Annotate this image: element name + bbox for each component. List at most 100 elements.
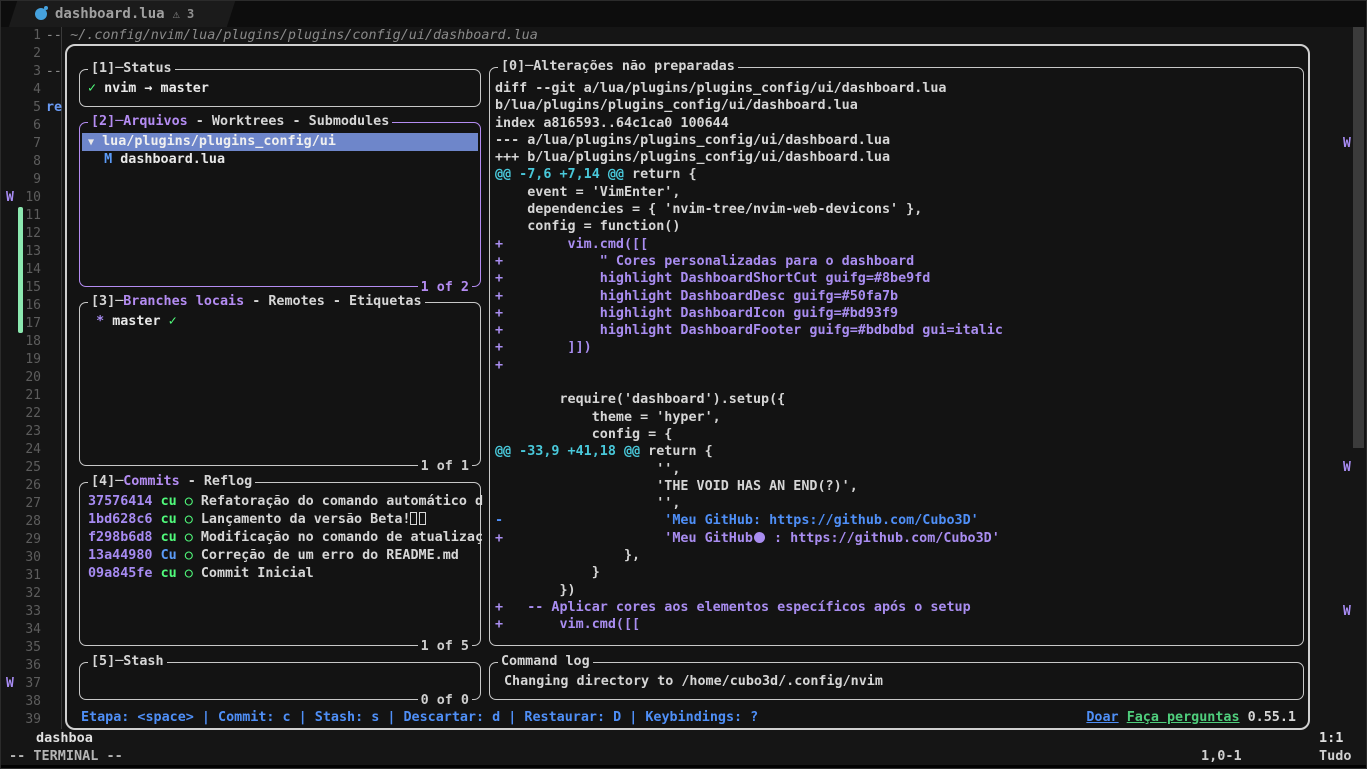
diff-line: + 'Meu GitHub : https://github.com/Cubo3…	[495, 530, 1000, 546]
chevron-down-icon: ▼	[88, 137, 95, 148]
terminal-mode-indicator: -- TERMINAL --	[9, 748, 123, 764]
scrollbar-warning-mark: W	[1343, 604, 1351, 619]
donate-link[interactable]: Doar	[1086, 710, 1118, 725]
diff-line: +	[495, 357, 504, 373]
line-number: 6	[33, 118, 41, 133]
line-number: 20	[25, 370, 41, 385]
github-icon	[753, 531, 765, 543]
line-number: 39	[25, 712, 41, 727]
line-number: 27	[25, 496, 41, 511]
line-number: 38	[25, 694, 41, 709]
tab-dashboard-lua[interactable]: dashboard.lua ⚠ 3	[8, 1, 236, 27]
lua-icon	[35, 8, 47, 20]
diff-line: '',	[495, 461, 681, 477]
diff-line: require('dashboard').setup({	[495, 392, 786, 408]
branches-panel-title: [3]─Branches locais - Remotes - Etiqueta…	[88, 294, 425, 309]
commit-hash: 1bd628c6	[88, 512, 153, 527]
warning-badge: ⚠ 3	[173, 7, 195, 21]
ask-questions-link[interactable]: Faça perguntas	[1127, 710, 1240, 725]
warning-sign: W	[6, 190, 14, 205]
bottom-strip	[1, 765, 1366, 768]
diff-line: })	[495, 582, 576, 598]
line-number: 33	[25, 604, 41, 619]
lazygit-diff-panel[interactable]: [0]─Alterações não preparadas diff --git…	[489, 59, 1304, 646]
line-number: 7	[33, 136, 41, 151]
file-row[interactable]: M dashboard.lua	[82, 151, 478, 169]
modified-status-letter: M	[104, 152, 113, 167]
commit-row[interactable]: 13a44980 Cu ○ Correção de um erro do REA…	[82, 547, 478, 565]
files-count: 1 of 2	[417, 280, 472, 295]
commit-ring-icon: ○	[184, 530, 193, 545]
gitsigns-added-bar	[18, 207, 23, 333]
diff-line: theme = 'hyper',	[495, 409, 721, 425]
diff-line: +++ b/lua/plugins/plugins_config/ui/dash…	[495, 150, 891, 166]
warning-icon: ⚠	[172, 7, 180, 21]
diff-line: + ]])	[495, 340, 592, 356]
statusline-cursor-position: 1:1	[1319, 730, 1344, 746]
branch-name: master	[112, 314, 161, 329]
commit-author: cu	[160, 530, 177, 545]
diff-line: event = 'VimEnter',	[495, 184, 681, 200]
scrollbar-warning-mark: W	[1343, 136, 1351, 151]
files-panel-title: [2]─Arquivos - Worktrees - Submodules	[88, 114, 393, 129]
ruler: 1,0-1	[1201, 748, 1242, 764]
diff-line: @@ -33,9 +41,18 @@ return {	[495, 444, 713, 460]
commit-hash: 09a845fe	[88, 566, 153, 581]
commit-ring-icon: ○	[184, 566, 193, 581]
status-row[interactable]: ✓ nvim → master	[82, 80, 478, 98]
commit-row[interactable]: 1bd628c6 cu ○ Lançamento da versão Beta!	[82, 511, 478, 529]
line-number: 35	[25, 640, 41, 655]
commit-row[interactable]: f298b6d8 cu ○ Modificação no comando de …	[82, 529, 483, 547]
diff-line: + highlight DashboardIcon guifg=#bd93f9	[495, 305, 899, 321]
keybindings-hint-bar: Etapa: <space> | Commit: c | Stash: s | …	[81, 710, 759, 725]
commit-ring-icon: ○	[184, 494, 193, 509]
lazygit-files-panel[interactable]: [2]─Arquivos - Worktrees - Submodules ▼ …	[79, 114, 481, 295]
keybar-right: Doar Faça perguntas 0.55.1	[1086, 709, 1296, 727]
diff-line: },	[495, 548, 641, 564]
stash-panel-title: [5]─Stash	[88, 654, 167, 669]
diff-line: '',	[495, 496, 681, 512]
line-number: 23	[25, 424, 41, 439]
diff-line: + vim.cmd([[	[495, 236, 649, 252]
line-number: 3	[33, 64, 41, 79]
selected-directory-row[interactable]: ▼ lua/plugins/plugins_config/ui	[82, 133, 478, 151]
diff-line: - 'Meu GitHub: https://github.com/Cubo3D…	[495, 513, 979, 529]
directory-path: lua/plugins/plugins_config/ui	[102, 134, 336, 149]
commits-count: 1 of 5	[417, 639, 472, 654]
commit-row[interactable]: 09a845fe cu ○ Commit Inicial	[82, 565, 478, 583]
commit-author: Cu	[160, 548, 177, 563]
diff-line: --- a/lua/plugins/plugins_config/ui/dash…	[495, 132, 891, 148]
diff-line: b/lua/plugins/plugins_config/ui/dashboar…	[495, 98, 858, 114]
neovim-window: dashboard.lua ⚠ 3 1 2 3 4 5 6 7 8 9 10 11 12 13 14 15 1…	[0, 0, 1367, 769]
line-number: 8	[33, 154, 41, 169]
diff-line: index a816593..64c1ca0 100644	[495, 115, 729, 131]
commit-message: Modificação no comando de atualizaç	[200, 530, 484, 545]
diff-line: + highlight DashboardShortCut guifg=#8be…	[495, 271, 931, 287]
commit-hash: 37576414	[88, 494, 153, 509]
tab-branches-locais[interactable]: Branches locais	[123, 294, 244, 309]
tab-commits[interactable]: Commits	[123, 474, 179, 489]
diff-line: + highlight DashboardDesc guifg=#50fa7b	[495, 288, 899, 304]
diff-content: diff --git a/lua/plugins/plugins_config/…	[495, 80, 1301, 634]
lazygit-status-panel[interactable]: [1]─Status ✓ nvim → master	[79, 61, 481, 107]
line-number: 34	[25, 622, 41, 637]
lazygit-branches-panel[interactable]: [3]─Branches locais - Remotes - Etiqueta…	[79, 294, 481, 474]
lazygit-version: 0.55.1	[1247, 710, 1296, 725]
lazygit-command-log-panel[interactable]: Command log Changing directory to /home/…	[489, 654, 1304, 700]
lazygit-stash-panel[interactable]: [5]─Stash 0 of 0	[79, 654, 481, 708]
diff-line	[495, 374, 1301, 391]
branch-row[interactable]: * master ✓	[82, 313, 478, 331]
commit-row[interactable]: 37576414 cu ○ Refatoração do comando aut…	[82, 493, 483, 511]
commit-message: Refatoração do comando automático d	[200, 494, 484, 509]
diff-line: dependencies = { 'nvim-tree/nvim-web-dev…	[495, 202, 923, 218]
buffer-line-5: re	[46, 100, 63, 115]
tabline: dashboard.lua ⚠ 3	[1, 1, 1366, 27]
tab-arquivos[interactable]: Arquivos	[123, 114, 188, 129]
stash-count: 0 of 0	[417, 693, 472, 708]
scrollbar[interactable]	[1353, 27, 1364, 448]
line-number: 32	[25, 586, 41, 601]
lazygit-commits-panel[interactable]: [4]─Commits - Reflog 37576414 cu ○ Refat…	[79, 474, 483, 654]
buffer-line-3: --	[46, 64, 63, 79]
diff-line: @@ -7,6 +7,14 @@ return {	[495, 167, 697, 183]
line-number: 18	[25, 334, 41, 349]
